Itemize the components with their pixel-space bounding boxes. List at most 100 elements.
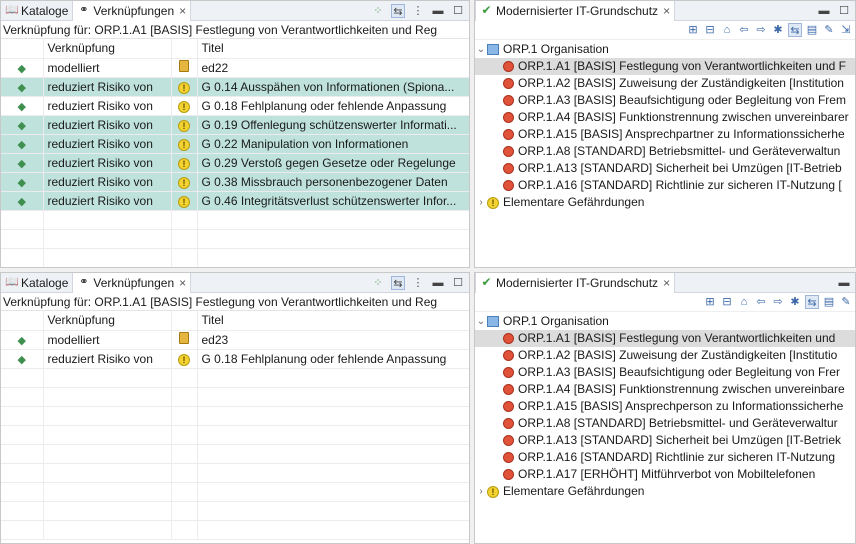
- collapse-all-icon[interactable]: ⊟: [720, 295, 734, 309]
- tree-item[interactable]: ORP.1.A15 [BASIS] Ansprechperson zu Info…: [475, 398, 855, 415]
- filter-icon[interactable]: ✱: [788, 295, 802, 309]
- chevron-right-icon[interactable]: ›: [475, 194, 487, 211]
- close-tab-icon[interactable]: ×: [663, 276, 670, 290]
- tree-item[interactable]: ORP.1.A16 [STANDARD] Richtlinie zur sich…: [475, 177, 855, 194]
- collapse-all-icon[interactable]: ⊟: [703, 23, 717, 37]
- link-icon: ◆: [17, 81, 26, 94]
- tree-root-node[interactable]: ⌄ ORP.1 Organisation: [475, 41, 855, 58]
- table-row[interactable]: ◆ reduziert Risiko von ! G 0.29 Verstoß …: [1, 153, 469, 173]
- link-with-editor-icon[interactable]: ⇆: [805, 295, 819, 309]
- tab-kataloge[interactable]: 📖 Kataloge: [1, 1, 72, 21]
- minimize-icon[interactable]: ▬: [431, 4, 445, 18]
- tree-item[interactable]: ORP.1.A1 [BASIS] Festlegung von Verantwo…: [475, 58, 855, 75]
- link-editor-icon[interactable]: ⇆: [391, 4, 405, 18]
- maximize-icon[interactable]: ☐: [837, 4, 851, 18]
- tree-item[interactable]: ORP.1.A13 [STANDARD] Sicherheit bei Umzü…: [475, 432, 855, 449]
- tree-item[interactable]: ORP.1.A17 [ERHÖHT] Mitführverbot von Mob…: [475, 466, 855, 483]
- tab-it-grundschutz[interactable]: ✔ Modernisierter IT-Grundschutz ×: [475, 1, 676, 21]
- table-row[interactable]: ◆ reduziert Risiko von ! G 0.38 Missbrau…: [1, 172, 469, 192]
- link-icon: ◆: [17, 176, 26, 189]
- chevron-right-icon[interactable]: ›: [475, 483, 487, 500]
- requirement-icon: [503, 401, 514, 412]
- tree-item[interactable]: ORP.1.A3 [BASIS] Beaufsichtigung oder Be…: [475, 364, 855, 381]
- export-icon[interactable]: ⇲: [839, 23, 853, 37]
- empty-row: [1, 387, 469, 407]
- requirement-icon: [503, 367, 514, 378]
- minimize-icon[interactable]: ▬: [431, 276, 445, 290]
- close-tab-icon[interactable]: ×: [663, 4, 670, 18]
- link-type: reduziert Risiko von: [43, 77, 172, 97]
- tree-item[interactable]: ORP.1.A13 [STANDARD] Sicherheit bei Umzü…: [475, 160, 855, 177]
- expand-icon[interactable]: ⁘: [371, 4, 385, 18]
- minimize-icon[interactable]: ▬: [837, 276, 851, 290]
- column-header-titel[interactable]: Titel: [197, 39, 469, 59]
- tab-verknuepfungen[interactable]: ⚭ Verknüpfungen ×: [72, 1, 192, 21]
- home-icon[interactable]: ⌂: [720, 23, 734, 37]
- tree-node-elementare[interactable]: › ! Elementare Gefährdungen: [475, 483, 855, 500]
- minimize-icon[interactable]: ▬: [817, 4, 831, 18]
- tab-kataloge[interactable]: 📖 Kataloge: [1, 273, 72, 293]
- tab-it-grundschutz-label: Modernisierter IT-Grundschutz: [496, 275, 659, 290]
- document-icon[interactable]: ▤: [805, 23, 819, 37]
- table-row[interactable]: ◆ modelliert ed23: [1, 330, 469, 350]
- tree-item-label: ORP.1.A13 [STANDARD] Sicherheit bei Umzü…: [518, 161, 842, 175]
- table-row[interactable]: ◆ reduziert Risiko von ! G 0.18 Fehlplan…: [1, 349, 469, 369]
- close-tab-icon[interactable]: ×: [179, 276, 186, 290]
- table-row[interactable]: ◆ reduziert Risiko von ! G 0.18 Fehlplan…: [1, 96, 469, 116]
- tree-item[interactable]: ORP.1.A2 [BASIS] Zuweisung der Zuständig…: [475, 347, 855, 364]
- tree-node-elementare[interactable]: › ! Elementare Gefährdungen: [475, 194, 855, 211]
- tree-item[interactable]: ORP.1.A1 [BASIS] Festlegung von Verantwo…: [475, 330, 855, 347]
- chevron-down-icon[interactable]: ⌄: [475, 41, 487, 58]
- book-icon: [179, 60, 189, 72]
- view-toolbar: ▬: [837, 273, 851, 293]
- column-header-verknuepfung[interactable]: Verknüpfung: [43, 39, 172, 59]
- expand-all-icon[interactable]: ⊞: [703, 295, 717, 309]
- link-editor-icon[interactable]: ⇆: [391, 276, 405, 290]
- table-row[interactable]: ◆ reduziert Risiko von ! G 0.19 Offenleg…: [1, 115, 469, 135]
- close-tab-icon[interactable]: ×: [179, 4, 186, 18]
- home-icon[interactable]: ⌂: [737, 295, 751, 309]
- column-header-titel[interactable]: Titel: [197, 311, 469, 331]
- tree-item-label: ORP.1.A8 [STANDARD] Betriebsmittel- und …: [518, 416, 838, 430]
- view-toolbar: ⁘ ⇆ ⋮ ▬ ☐: [371, 1, 465, 21]
- tree-item[interactable]: ORP.1.A8 [STANDARD] Betriebsmittel- und …: [475, 415, 855, 432]
- warning-icon: !: [178, 176, 190, 189]
- tree-item[interactable]: ORP.1.A8 [STANDARD] Betriebsmittel- und …: [475, 143, 855, 160]
- tab-verknuepfungen[interactable]: ⚭ Verknüpfungen ×: [72, 273, 192, 293]
- requirement-icon: [503, 95, 514, 106]
- tree-item[interactable]: ORP.1.A3 [BASIS] Beaufsichtigung oder Be…: [475, 92, 855, 109]
- table-row[interactable]: ◆ reduziert Risiko von ! G 0.22 Manipula…: [1, 134, 469, 154]
- forward-arrow-icon[interactable]: ⇨: [771, 295, 785, 309]
- tab-it-grundschutz[interactable]: ✔ Modernisierter IT-Grundschutz ×: [475, 273, 676, 293]
- table-row[interactable]: ◆ reduziert Risiko von ! G 0.46 Integrit…: [1, 191, 469, 211]
- empty-row: [1, 406, 469, 426]
- maximize-icon[interactable]: ☐: [451, 4, 465, 18]
- document-icon[interactable]: ▤: [822, 295, 836, 309]
- tree-item[interactable]: ORP.1.A2 [BASIS] Zuweisung der Zuständig…: [475, 75, 855, 92]
- tree-item[interactable]: ORP.1.A4 [BASIS] Funktionstrennung zwisc…: [475, 109, 855, 126]
- table-row[interactable]: ◆ modelliert ed22: [1, 58, 469, 78]
- forward-arrow-icon[interactable]: ⇨: [754, 23, 768, 37]
- edit-icon[interactable]: ✎: [822, 23, 836, 37]
- empty-row: [1, 501, 469, 521]
- view-menu-icon[interactable]: ⋮: [411, 4, 425, 18]
- table-row[interactable]: ◆ reduziert Risiko von ! G 0.14 Ausspähe…: [1, 77, 469, 97]
- chevron-down-icon[interactable]: ⌄: [475, 313, 487, 330]
- back-arrow-icon[interactable]: ⇦: [737, 23, 751, 37]
- empty-row: [1, 368, 469, 388]
- column-header-verknuepfung[interactable]: Verknüpfung: [43, 311, 172, 331]
- view-menu-icon[interactable]: ⋮: [411, 276, 425, 290]
- tree-root-node[interactable]: ⌄ ORP.1 Organisation: [475, 313, 855, 330]
- tree-item[interactable]: ORP.1.A16 [STANDARD] Richtlinie zur sich…: [475, 449, 855, 466]
- filter-icon[interactable]: ✱: [771, 23, 785, 37]
- maximize-icon[interactable]: ☐: [451, 276, 465, 290]
- tree-item[interactable]: ORP.1.A15 [BASIS] Ansprechpartner zu Inf…: [475, 126, 855, 143]
- back-arrow-icon[interactable]: ⇦: [754, 295, 768, 309]
- edit-icon[interactable]: ✎: [839, 295, 853, 309]
- expand-all-icon[interactable]: ⊞: [686, 23, 700, 37]
- link-with-editor-icon[interactable]: ⇆: [788, 23, 802, 37]
- warning-icon: !: [178, 100, 190, 113]
- tree-item[interactable]: ORP.1.A4 [BASIS] Funktionstrennung zwisc…: [475, 381, 855, 398]
- module-folder-icon: [487, 316, 499, 327]
- expand-icon[interactable]: ⁘: [371, 276, 385, 290]
